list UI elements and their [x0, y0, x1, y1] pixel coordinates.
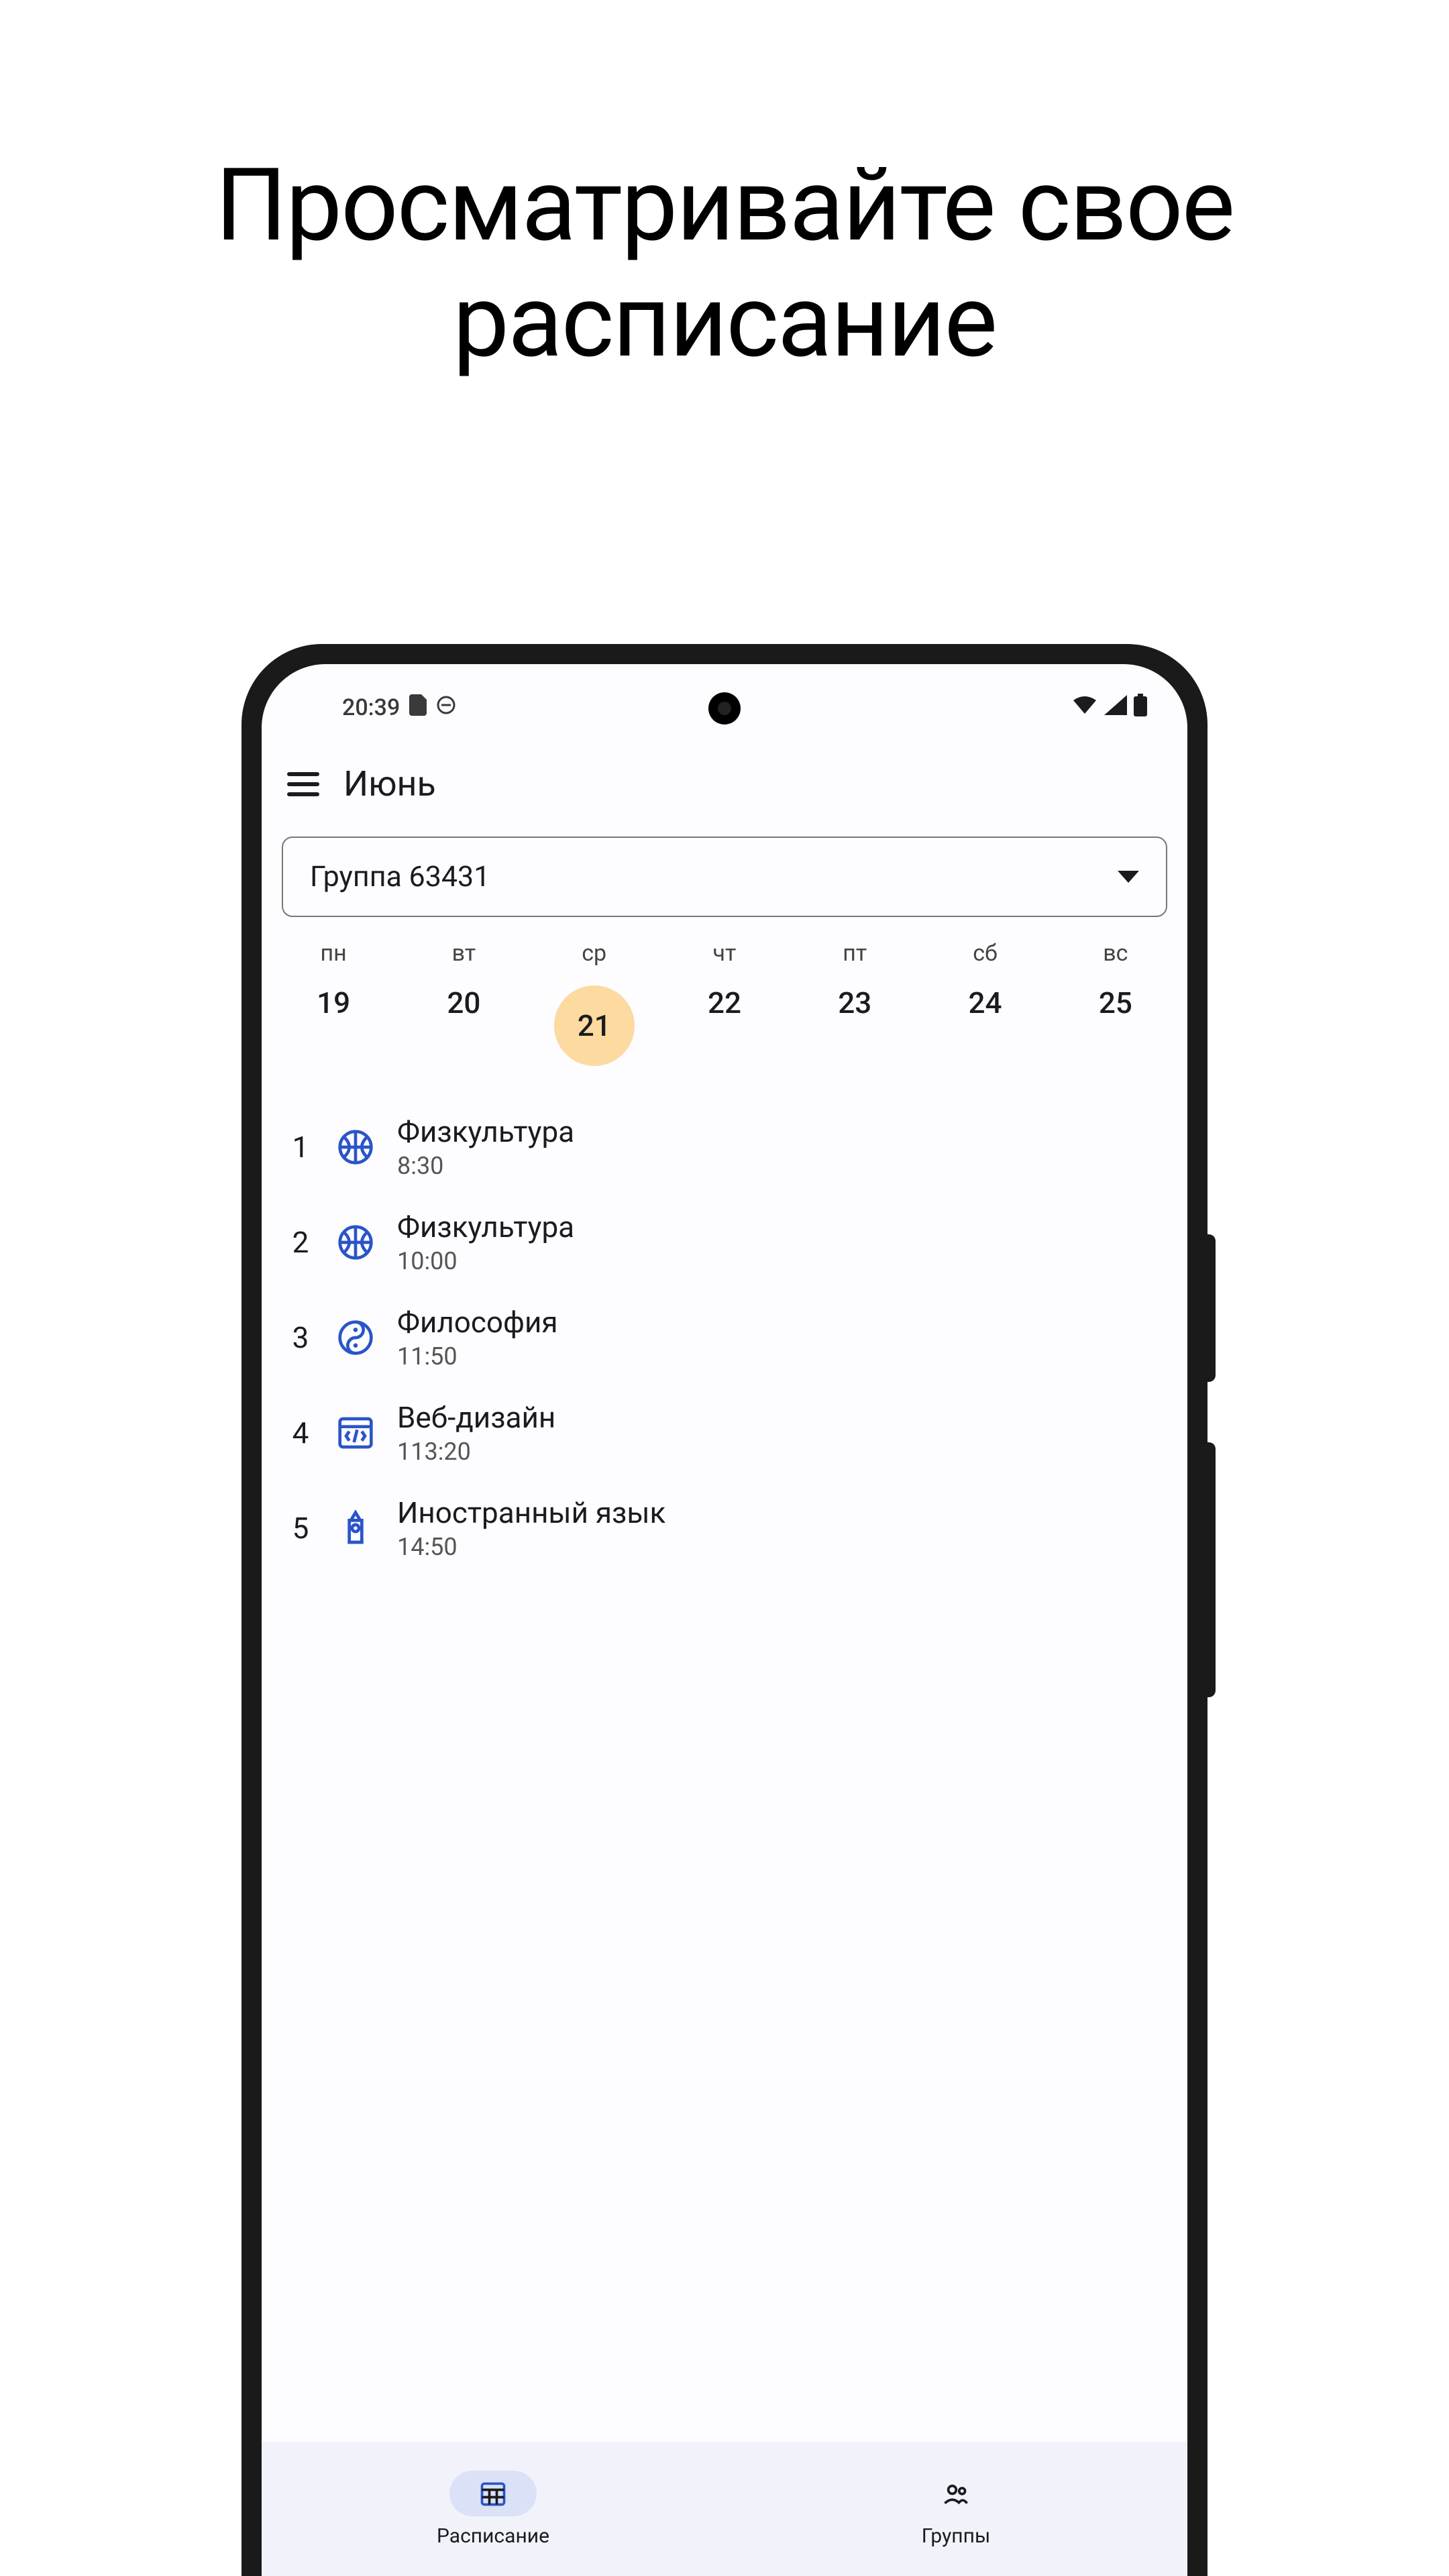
- webwindow-icon: [335, 1413, 376, 1453]
- lesson-row[interactable]: 2 Физкультура 10:00: [282, 1195, 1167, 1290]
- day-cell[interactable]: ср 21: [544, 940, 645, 1066]
- day-number: 23: [838, 985, 871, 1020]
- day-cell[interactable]: чт 22: [674, 940, 775, 1066]
- week-strip: пн 19 вт 20 ср 21 чт 22 пт 23 сб 24 вс 25: [262, 940, 1187, 1093]
- lesson-row[interactable]: 1 Физкультура 8:30: [282, 1099, 1167, 1195]
- day-cell[interactable]: сб 24: [935, 940, 1036, 1066]
- lesson-number: 2: [287, 1225, 314, 1260]
- lesson-info: Веб-дизайн 113:20: [397, 1400, 555, 1466]
- lesson-time: 14:50: [397, 1533, 665, 1561]
- battery-icon: [1134, 694, 1147, 722]
- lesson-number: 1: [287, 1130, 314, 1165]
- day-of-week: вс: [1103, 940, 1128, 967]
- basketball-icon: [335, 1127, 376, 1167]
- front-camera: [708, 692, 741, 724]
- nav-label: Расписание: [437, 2524, 549, 2548]
- bottom-nav: Расписание Группы: [262, 2442, 1187, 2576]
- schedule-icon: [449, 2471, 537, 2516]
- lesson-number: 4: [287, 1415, 314, 1450]
- bigben-icon: [335, 1508, 376, 1548]
- side-button: [1206, 1442, 1216, 1697]
- day-cell[interactable]: пн 19: [283, 940, 384, 1066]
- groups-icon: [912, 2471, 1000, 2516]
- day-of-week: сб: [973, 940, 998, 967]
- lesson-time: 11:50: [397, 1342, 558, 1371]
- lesson-number: 5: [287, 1511, 314, 1546]
- day-number: 19: [317, 985, 350, 1020]
- nav-label: Группы: [922, 2524, 990, 2548]
- lesson-row[interactable]: 4 Веб-дизайн 113:20: [282, 1385, 1167, 1481]
- day-number: 21: [578, 1008, 611, 1043]
- day-cell[interactable]: вс 25: [1065, 940, 1166, 1066]
- lesson-title: Веб-дизайн: [397, 1400, 555, 1435]
- day-number: 22: [708, 985, 741, 1020]
- lesson-info: Иностранный язык 14:50: [397, 1495, 665, 1561]
- app-title: Июнь: [343, 763, 436, 804]
- day-of-week: чт: [713, 940, 737, 967]
- signal-icon: [1104, 694, 1127, 721]
- lesson-info: Философия11:50: [397, 1305, 558, 1371]
- day-number: 24: [969, 985, 1002, 1020]
- day-of-week: ср: [582, 940, 606, 967]
- status-time: 20:39: [342, 694, 400, 721]
- day-of-week: пн: [321, 940, 347, 967]
- day-of-week: вт: [452, 940, 476, 967]
- nav-schedule[interactable]: Расписание: [262, 2442, 724, 2576]
- basketball-icon: [335, 1222, 376, 1263]
- side-button: [1206, 1234, 1216, 1382]
- lesson-number: 3: [287, 1320, 314, 1355]
- lesson-info: Физкультура 10:00: [397, 1210, 574, 1275]
- phone-frame: 20:39: [241, 644, 1208, 2576]
- lesson-title: Философия: [397, 1305, 558, 1340]
- day-number: 25: [1099, 985, 1132, 1020]
- lesson-time: 113:20: [397, 1438, 555, 1466]
- lesson-time: 8:30: [397, 1152, 574, 1180]
- lesson-title: Физкультура: [397, 1210, 574, 1244]
- lesson-info: Физкультура 8:30: [397, 1114, 574, 1180]
- lesson-time: 10:00: [397, 1247, 574, 1275]
- menu-icon[interactable]: [287, 772, 319, 796]
- day-cell[interactable]: пт 23: [804, 940, 905, 1066]
- lesson-title: Физкультура: [397, 1114, 574, 1149]
- lesson-row[interactable]: 5 Иностранный язык 14:50: [282, 1481, 1167, 1576]
- wifi-icon: [1072, 694, 1097, 721]
- day-number: 20: [447, 985, 480, 1020]
- lesson-title: Иностранный язык: [397, 1495, 665, 1530]
- dnd-icon: [436, 694, 456, 721]
- promo-headline: Просматривайте свое расписание: [0, 148, 1449, 379]
- chevron-down-icon: [1118, 871, 1139, 883]
- yinyang-icon: [335, 1318, 376, 1358]
- group-select-label: Группа 63431: [310, 860, 490, 894]
- lesson-row[interactable]: 3 Философия11:50: [282, 1290, 1167, 1385]
- nav-groups[interactable]: Группы: [724, 2442, 1187, 2576]
- day-of-week: пт: [843, 940, 867, 967]
- group-select[interactable]: Группа 63431: [282, 837, 1167, 917]
- day-cell[interactable]: вт 20: [413, 940, 514, 1066]
- sim-icon: [409, 694, 427, 722]
- lesson-list: 1 Физкультура 8:30 2 Физкультура 10:00 3 Филосо…: [262, 1093, 1187, 2442]
